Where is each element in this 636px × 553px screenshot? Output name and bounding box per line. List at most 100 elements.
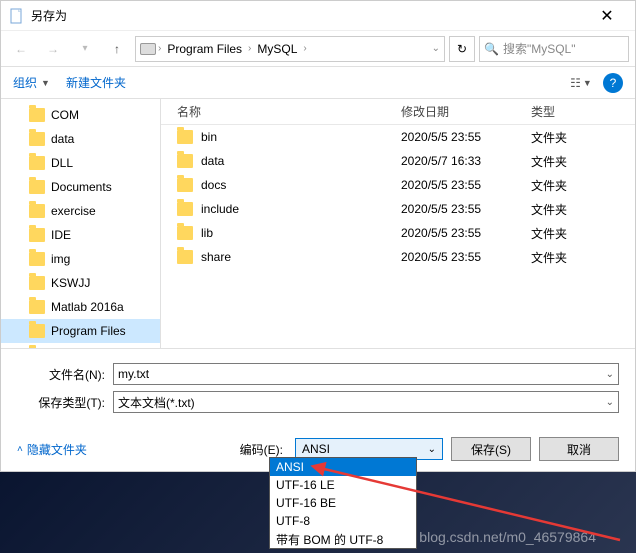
folder-icon xyxy=(29,132,45,146)
file-row[interactable]: share 2020/5/5 23:55文件夹 xyxy=(161,245,635,269)
file-row[interactable]: include 2020/5/5 23:55文件夹 xyxy=(161,197,635,221)
file-name: bin xyxy=(201,130,217,144)
encoding-dropdown[interactable]: ANSIUTF-16 LEUTF-16 BEUTF-8带有 BOM 的 UTF-… xyxy=(269,457,417,549)
filetype-select[interactable]: 文本文档(*.txt) ⌄ xyxy=(113,391,619,413)
back-button[interactable]: ← xyxy=(7,35,35,63)
hide-folders-toggle[interactable]: ˄ 隐藏文件夹 xyxy=(17,441,87,458)
chevron-down-icon[interactable]: ⌄ xyxy=(606,397,614,408)
folder-icon xyxy=(29,204,45,218)
chevron-up-icon: ˄ xyxy=(17,444,23,455)
close-button[interactable]: ✕ xyxy=(587,6,627,26)
tree-item[interactable]: IDE xyxy=(1,223,160,247)
folder-icon xyxy=(29,324,45,338)
folder-icon xyxy=(29,276,45,290)
folder-icon xyxy=(29,180,45,194)
folder-icon xyxy=(177,250,193,264)
tree-item-label: IDE xyxy=(51,228,71,242)
tree-item[interactable]: data xyxy=(1,127,160,151)
encoding-option[interactable]: UTF-8 xyxy=(270,512,416,530)
tree-item-label: COM xyxy=(51,108,79,122)
file-type: 文件夹 xyxy=(531,129,635,146)
breadcrumb-seg[interactable]: Program Files xyxy=(163,42,246,56)
chevron-right-icon: › xyxy=(158,43,161,54)
file-date: 2020/5/5 23:55 xyxy=(401,226,531,240)
column-type[interactable]: 类型 xyxy=(531,103,635,120)
new-folder-button[interactable]: 新建文件夹 xyxy=(66,74,126,91)
organize-chevron-icon[interactable]: ▼ xyxy=(41,78,50,88)
chevron-right-icon: › xyxy=(248,43,251,54)
tree-item[interactable]: KSWJJ xyxy=(1,271,160,295)
column-name[interactable]: 名称 xyxy=(161,103,401,120)
folder-icon xyxy=(177,130,193,144)
file-row[interactable]: bin2020/5/5 23:55文件夹 xyxy=(161,125,635,149)
encoding-option[interactable]: UTF-16 LE xyxy=(270,476,416,494)
help-button[interactable]: ? xyxy=(603,73,623,93)
window-title: 另存为 xyxy=(31,7,587,24)
file-row[interactable]: data2020/5/7 16:33文件夹 xyxy=(161,149,635,173)
file-type: 文件夹 xyxy=(531,153,635,170)
file-date: 2020/5/5 23:55 xyxy=(401,250,531,264)
encoding-option[interactable]: 带有 BOM 的 UTF-8 xyxy=(270,530,416,548)
tree-item[interactable]: Documents xyxy=(1,175,160,199)
file-row[interactable]: lib2020/5/5 23:55文件夹 xyxy=(161,221,635,245)
tree-item-label: data xyxy=(51,132,74,146)
breadcrumb[interactable]: › Program Files › MySQL › ⌄ xyxy=(135,36,445,62)
save-button[interactable]: 保存(S) xyxy=(451,437,531,461)
file-row[interactable]: docs2020/5/5 23:55文件夹 xyxy=(161,173,635,197)
tree-item-label: Documents xyxy=(51,180,112,194)
tree-item[interactable]: exercise xyxy=(1,199,160,223)
chevron-down-icon: ⌄ xyxy=(428,444,436,455)
search-placeholder: 搜索"MySQL" xyxy=(503,40,576,57)
forward-button[interactable]: → xyxy=(39,35,67,63)
folder-icon xyxy=(29,108,45,122)
watermark: blog.csdn.net/m0_46579864 xyxy=(419,529,596,545)
folder-icon xyxy=(177,202,193,216)
folder-icon xyxy=(29,228,45,242)
encoding-option[interactable]: ANSI xyxy=(270,458,416,476)
column-date[interactable]: 修改日期 xyxy=(401,103,531,120)
chevron-right-icon: › xyxy=(303,43,306,54)
encoding-option[interactable]: UTF-16 BE xyxy=(270,494,416,512)
cancel-button[interactable]: 取消 xyxy=(539,437,619,461)
search-icon: 🔍 xyxy=(484,42,499,56)
tree-item[interactable]: COM xyxy=(1,103,160,127)
encoding-label: 编码(E): xyxy=(240,441,283,458)
tree-item[interactable]: DLL xyxy=(1,151,160,175)
history-chevron-icon[interactable]: ⌄ xyxy=(432,43,440,54)
tree-item-label: Program Files xyxy=(51,324,126,338)
organize-button[interactable]: 组织 xyxy=(13,74,37,91)
chevron-down-icon[interactable]: ⌄ xyxy=(606,369,614,380)
filetype-label: 保存类型(T): xyxy=(17,394,113,411)
file-type: 文件夹 xyxy=(531,249,635,266)
file-name: docs xyxy=(201,178,226,192)
folder-icon xyxy=(177,178,193,192)
tree-item[interactable]: Matlab 2016a xyxy=(1,295,160,319)
file-name: share xyxy=(201,250,231,264)
filename-label: 文件名(N): xyxy=(17,366,113,383)
tree-item[interactable]: img xyxy=(1,247,160,271)
folder-icon xyxy=(29,252,45,266)
file-date: 2020/5/7 16:33 xyxy=(401,154,531,168)
folder-icon xyxy=(177,226,193,240)
filename-input[interactable]: my.txt ⌄ xyxy=(113,363,619,385)
recent-chevron[interactable]: ▾ xyxy=(71,35,99,63)
tree-item-label: Matlab 2016a xyxy=(51,300,124,314)
file-list[interactable]: bin2020/5/5 23:55文件夹data2020/5/7 16:33文件… xyxy=(161,125,635,348)
refresh-button[interactable]: ↻ xyxy=(449,36,475,62)
view-button[interactable]: ☷ ▼ xyxy=(567,71,595,95)
app-icon xyxy=(9,8,25,24)
folder-tree[interactable]: COM data DLL Documents exercise IDE img KSWJJ Ma… xyxy=(1,99,161,348)
breadcrumb-seg[interactable]: MySQL xyxy=(253,42,301,56)
file-date: 2020/5/5 23:55 xyxy=(401,202,531,216)
file-type: 文件夹 xyxy=(531,201,635,218)
file-type: 文件夹 xyxy=(531,225,635,242)
folder-icon xyxy=(29,156,45,170)
file-date: 2020/5/5 23:55 xyxy=(401,178,531,192)
up-button[interactable]: ↑ xyxy=(103,35,131,63)
file-name: include xyxy=(201,202,239,216)
tree-item-label: img xyxy=(51,252,70,266)
tree-item-label: DLL xyxy=(51,156,73,170)
search-input[interactable]: 🔍 搜索"MySQL" xyxy=(479,36,629,62)
folder-icon xyxy=(29,300,45,314)
tree-item[interactable]: Program Files xyxy=(1,319,160,343)
